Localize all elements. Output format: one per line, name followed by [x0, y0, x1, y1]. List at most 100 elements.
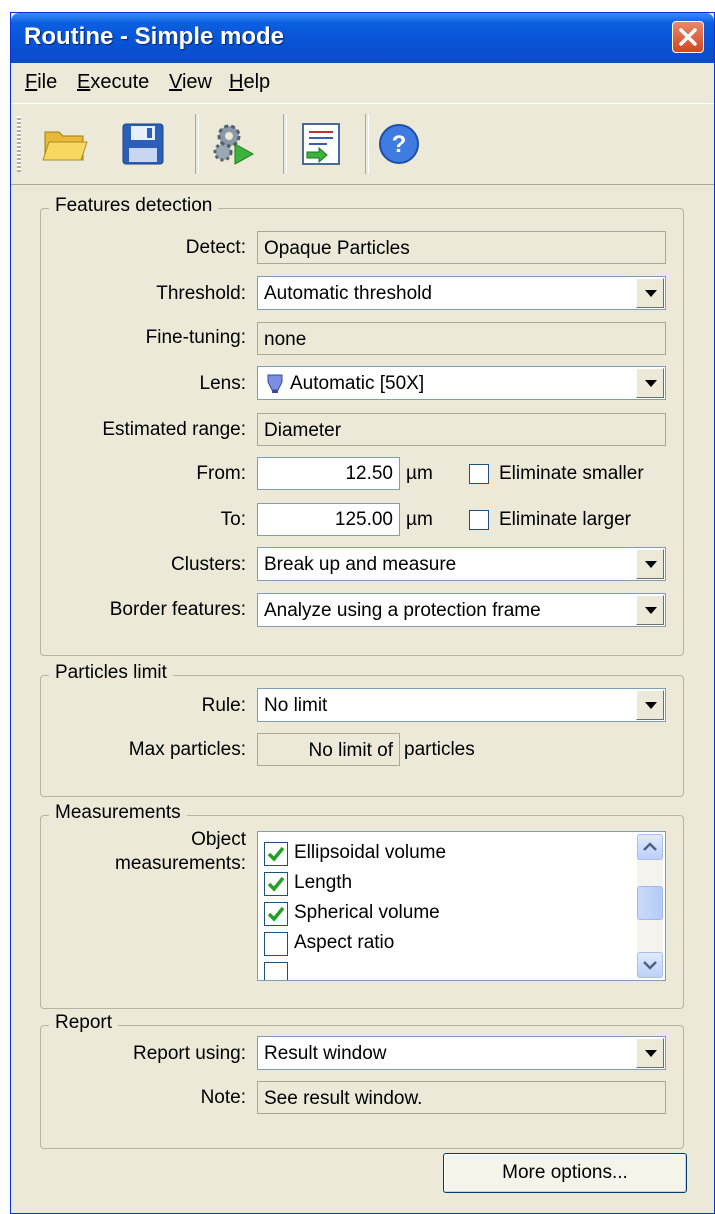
chevron-down-icon[interactable] — [636, 690, 664, 720]
routine-window: Routine - Simple mode File Execute View … — [10, 12, 715, 1214]
window-title: Routine - Simple mode — [24, 23, 285, 50]
chevron-down-icon — [643, 961, 657, 970]
report-legend: Report — [49, 1012, 119, 1034]
clusters-label: Clusters: — [171, 554, 246, 575]
run-gears-icon — [213, 124, 255, 165]
list-item-label: Aspect ratio — [294, 932, 395, 953]
menu-view-label: iew — [181, 71, 212, 93]
more-options-button[interactable]: More options... — [443, 1153, 687, 1193]
import-list-icon — [302, 123, 340, 165]
measurements-scrollbar[interactable] — [637, 834, 663, 978]
menu-bar: File Execute View Help — [11, 63, 714, 104]
scroll-down-button[interactable] — [637, 952, 663, 978]
to-unit: µm — [406, 509, 433, 530]
particles-limit-legend: Particles limit — [49, 662, 173, 684]
toolbar: ? — [11, 104, 714, 185]
open-folder-icon — [42, 131, 88, 161]
finetuning-label: Fine-tuning: — [145, 327, 246, 348]
max-particles-field: No limit of — [257, 733, 400, 766]
list-item-partial[interactable] — [264, 960, 624, 980]
help-icon: ? — [379, 124, 419, 164]
list-item-label: Length — [294, 872, 353, 893]
toolbar-separator — [195, 114, 199, 174]
close-button[interactable] — [672, 21, 704, 53]
checkbox-unchecked[interactable] — [264, 962, 288, 980]
save-button[interactable] — [117, 118, 169, 170]
chevron-down-icon[interactable] — [636, 278, 664, 308]
lens-icon — [267, 374, 283, 393]
toolbar-separator — [365, 114, 369, 174]
chevron-down-icon[interactable] — [636, 549, 664, 579]
scroll-thumb[interactable] — [637, 886, 663, 920]
finetuning-field: none — [257, 322, 666, 355]
menu-file[interactable]: File — [25, 71, 57, 94]
report-using-select[interactable]: Result window — [257, 1036, 666, 1070]
menu-view-accel: V — [169, 71, 182, 93]
checkbox-checked[interactable] — [264, 842, 288, 866]
measurements-list[interactable]: Ellipsoidal volume Length Spherical volu… — [257, 831, 666, 981]
estimated-range-label: Estimated range: — [102, 419, 246, 440]
import-button[interactable] — [295, 118, 347, 170]
chevron-down-icon[interactable] — [636, 595, 664, 625]
menu-help[interactable]: Help — [229, 71, 270, 94]
max-particles-suffix: particles — [404, 739, 475, 760]
from-unit: µm — [406, 463, 433, 484]
help-button[interactable]: ? — [373, 118, 425, 170]
menu-file-label: ile — [37, 71, 58, 93]
check-icon — [267, 906, 285, 922]
lens-label: Lens: — [199, 373, 246, 394]
scroll-up-button[interactable] — [637, 834, 663, 860]
list-item[interactable]: Length — [264, 870, 624, 900]
from-label: From: — [196, 463, 246, 484]
chevron-down-icon[interactable] — [636, 368, 664, 398]
clusters-select[interactable]: Break up and measure — [257, 547, 666, 581]
eliminate-larger-label: Eliminate larger — [499, 509, 631, 530]
object-measurements-label-1: Object — [191, 829, 246, 850]
open-button[interactable] — [39, 118, 91, 170]
detect-field: Opaque Particles — [257, 231, 666, 264]
menu-execute-accel: E — [77, 71, 91, 93]
eliminate-smaller-label: Eliminate smaller — [499, 463, 644, 484]
lens-value: Automatic [50X] — [290, 373, 425, 394]
from-input[interactable]: 12.50 — [257, 457, 400, 490]
eliminate-smaller-checkbox[interactable] — [469, 464, 489, 484]
checkbox-unchecked[interactable] — [264, 932, 288, 956]
measurements-legend: Measurements — [49, 802, 187, 824]
rule-value: No limit — [264, 695, 328, 716]
chevron-up-icon — [643, 842, 657, 851]
list-item[interactable]: Ellipsoidal volume — [264, 840, 624, 870]
menu-view[interactable]: View — [169, 71, 212, 94]
to-input[interactable]: 125.00 — [257, 503, 400, 536]
checkbox-checked[interactable] — [264, 872, 288, 896]
max-particles-label: Max particles: — [128, 739, 246, 760]
execute-button[interactable] — [207, 118, 259, 170]
svg-text:?: ? — [392, 131, 407, 158]
to-label: To: — [220, 509, 246, 530]
threshold-value: Automatic threshold — [264, 283, 432, 304]
toolbar-grip[interactable] — [17, 116, 21, 172]
features-detection-legend: Features detection — [49, 195, 219, 217]
check-icon — [267, 846, 285, 862]
rule-label: Rule: — [201, 695, 246, 716]
menu-execute-label: xecute — [90, 71, 150, 93]
menu-help-label: elp — [243, 71, 271, 93]
detect-label: Detect: — [185, 237, 246, 258]
estimated-range-field: Diameter — [257, 413, 666, 446]
threshold-select[interactable]: Automatic threshold — [257, 276, 666, 310]
list-item[interactable]: Aspect ratio — [264, 930, 624, 960]
list-item-label: Spherical volume — [294, 902, 440, 923]
checkbox-checked[interactable] — [264, 902, 288, 926]
border-features-select[interactable]: Analyze using a protection frame — [257, 593, 666, 627]
border-features-value: Analyze using a protection frame — [264, 600, 541, 621]
list-item[interactable]: Spherical volume — [264, 900, 624, 930]
title-bar[interactable]: Routine - Simple mode — [11, 13, 714, 63]
chevron-down-icon[interactable] — [636, 1038, 664, 1068]
rule-select[interactable]: No limit — [257, 688, 666, 722]
clusters-value: Break up and measure — [264, 554, 457, 575]
note-field: See result window. — [257, 1081, 666, 1114]
lens-select[interactable]: Automatic [50X] — [257, 366, 666, 400]
menu-execute[interactable]: Execute — [77, 71, 149, 94]
close-icon — [679, 28, 697, 46]
eliminate-larger-checkbox[interactable] — [469, 510, 489, 530]
report-using-value: Result window — [264, 1043, 387, 1064]
